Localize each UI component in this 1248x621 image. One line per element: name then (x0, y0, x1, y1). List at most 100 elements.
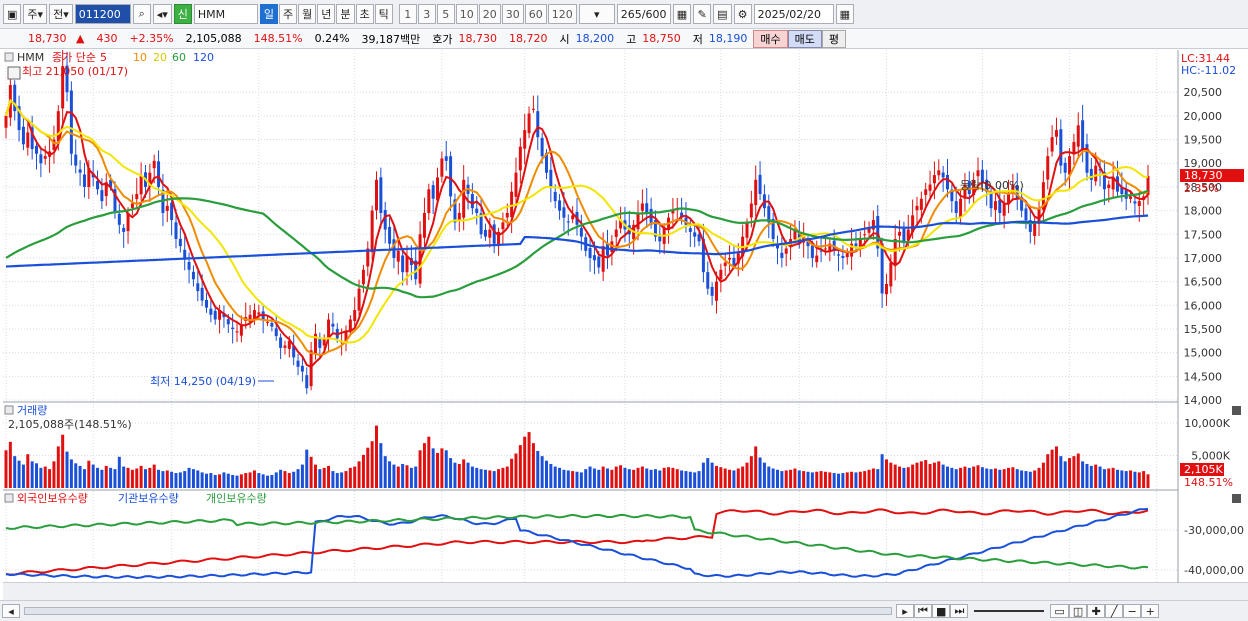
candle-body-44 (196, 283, 200, 292)
period-tab-0[interactable]: 일 (259, 4, 279, 24)
volume-bar-21 (96, 467, 100, 488)
vol-y-tick-1: 5,000K (1191, 450, 1230, 463)
volume-bar-114 (501, 467, 505, 488)
zoom-out-icon[interactable]: − (1123, 604, 1142, 618)
open-label: 시 (559, 32, 570, 46)
candle-body-68 (300, 365, 304, 372)
split-icon[interactable]: ◫ (1068, 604, 1088, 618)
candle-body-114 (501, 222, 505, 230)
amount: 39,187백만 (361, 32, 421, 46)
sell-button[interactable]: 매도 (787, 29, 822, 48)
volume-bar-120 (527, 432, 531, 488)
toolbar: ▣ 주 ▾ 전 ▾ 011200 ⌕ ◂▾ 신 HMM 일주월년분초틱 1 3 5 10 2… (0, 0, 1248, 29)
interval-button-10[interactable]: 10 (455, 4, 478, 24)
candle-body-259 (1133, 201, 1137, 204)
volume-bar-187 (819, 471, 823, 488)
gear-icon[interactable]: ⚙ (733, 4, 752, 24)
volume-bar-156 (684, 471, 688, 488)
interval-button-3[interactable]: 3 (417, 4, 436, 24)
volume-bar-62 (274, 472, 278, 488)
stop-icon[interactable]: ■ (932, 604, 951, 618)
scroll-left-icon[interactable]: ◂ (2, 604, 20, 618)
holding-close-icon[interactable] (1232, 494, 1241, 503)
stock-name-input[interactable]: HMM (193, 4, 258, 24)
tools-icon[interactable]: ▦ (672, 4, 692, 24)
prev-button[interactable]: 전 ▾ (49, 4, 73, 24)
interval-button-30[interactable]: 30 (501, 4, 524, 24)
candle-body-102 (449, 156, 453, 197)
period-tab-5[interactable]: 초 (355, 4, 374, 24)
candle-body-51 (226, 319, 230, 325)
volume-bar-159 (697, 471, 701, 488)
line-tool-icon[interactable]: ╱ (1105, 604, 1124, 618)
save-icon[interactable]: ▤ (713, 4, 732, 24)
volume-bar-115 (505, 466, 509, 488)
window-icon[interactable]: ▣ (3, 4, 22, 24)
period-tab-2[interactable]: 월 (298, 4, 317, 24)
candle-body-147 (645, 203, 649, 213)
calendar-toggle-icon[interactable] (7, 66, 21, 80)
first-page-icon[interactable]: ⏮ (914, 604, 932, 618)
volume-bar-240 (1050, 449, 1054, 488)
holding-legend-box-icon[interactable] (4, 493, 14, 503)
stock-chart[interactable]: 20,50020,00019,50019,00018,50018,00017,5… (0, 50, 1248, 600)
volume-bar-177 (776, 469, 780, 488)
interval-button-20[interactable]: 20 (478, 4, 501, 24)
volume-bar-184 (806, 471, 810, 488)
date-input[interactable]: 2025/02/20 (753, 4, 834, 24)
crosshair-icon[interactable]: ✚ (1087, 604, 1106, 618)
volume-bar-98 (431, 448, 435, 488)
speaker-icon[interactable]: ◂▾ (152, 4, 172, 24)
volume-bar-14 (65, 451, 69, 488)
interval-button-1[interactable]: 1 (398, 4, 417, 24)
zoom-slider[interactable] (974, 610, 1045, 612)
hc-value: HC:-11.02 (1181, 64, 1236, 77)
scroll-right-icon[interactable]: ▸ (896, 604, 914, 618)
volume-close-icon[interactable] (1232, 406, 1241, 415)
volume-bar-2 (13, 456, 17, 488)
interval-button-5[interactable]: 5 (436, 4, 455, 24)
candle-body-101 (444, 156, 448, 161)
period-tab-4[interactable]: 분 (336, 4, 355, 24)
period-tab-3[interactable]: 년 (317, 4, 336, 24)
chart-type-select[interactable]: 주 ▾ (23, 4, 48, 24)
period-tab-6[interactable]: 틱 (374, 4, 393, 24)
candle-body-38 (170, 202, 174, 221)
volume-current-value: 2,105K (1184, 463, 1223, 476)
layout-icon[interactable]: ▭ (1050, 604, 1069, 618)
search-icon[interactable]: ⌕ (132, 4, 151, 24)
zoom-in-icon[interactable]: + (1141, 604, 1160, 618)
period-tab-1[interactable]: 주 (279, 4, 298, 24)
stock-code-input[interactable]: 011200 (74, 4, 131, 24)
volume-bar-217 (950, 467, 954, 488)
interval-dropdown[interactable]: ▾ (578, 4, 615, 24)
calendar-icon[interactable]: ▦ (835, 4, 854, 24)
drawing-icon[interactable]: ✎ (693, 4, 712, 24)
interval-button-60[interactable]: 60 (524, 4, 547, 24)
volume-bar-239 (1046, 454, 1050, 488)
count-input[interactable]: 265/600 (616, 4, 671, 24)
legend-foreign: 외국인보유수량 (17, 492, 88, 505)
candle-body-163 (714, 281, 718, 301)
candle-body-240 (1050, 137, 1054, 152)
volume-bar-151 (662, 467, 666, 488)
volume-bar-33 (148, 467, 152, 488)
candle-body-129 (566, 221, 570, 223)
interval-button-120[interactable]: 120 (547, 4, 577, 24)
volume-bar-50 (222, 472, 226, 488)
volume-bar-39 (174, 473, 178, 488)
scroll-track[interactable] (24, 607, 892, 615)
candle-body-202 (884, 283, 888, 295)
volume-bar-252 (1102, 469, 1106, 488)
last-page-icon[interactable]: ⏭ (950, 604, 969, 618)
buy-button[interactable]: 매수 (753, 29, 788, 48)
volume-bar-249 (1089, 465, 1093, 488)
volume-bar-226 (989, 469, 993, 488)
volume-bar-212 (928, 463, 932, 488)
candle-body-158 (693, 232, 697, 237)
volume-legend-box-icon[interactable] (4, 405, 14, 415)
volume-bar-163 (714, 465, 718, 488)
volume-bar-84 (370, 441, 374, 488)
legend-box-icon[interactable] (4, 52, 14, 62)
eval-button[interactable]: 평 (821, 29, 847, 48)
